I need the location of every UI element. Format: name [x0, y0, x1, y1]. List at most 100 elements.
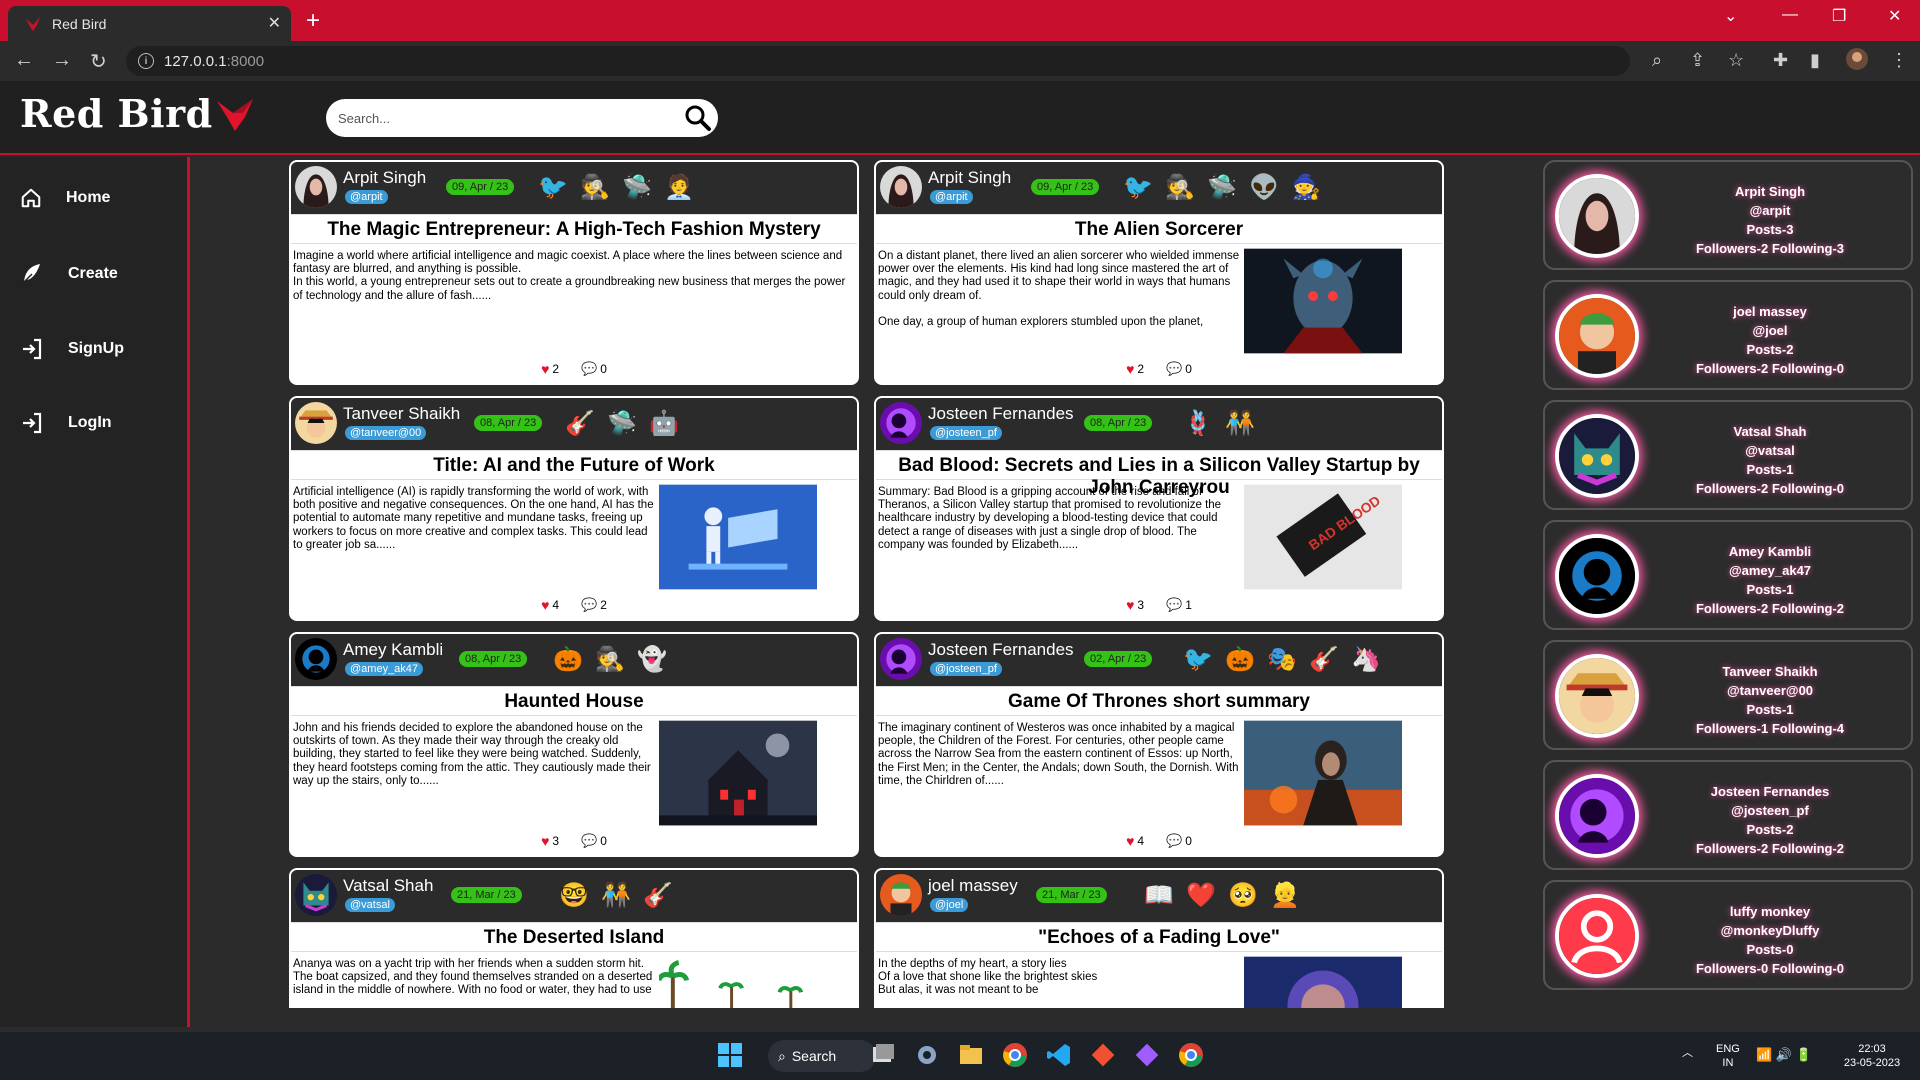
brand-logo[interactable]: Red Bird — [20, 91, 255, 136]
post-card[interactable]: Josteen Fernandes @josteen_pf 02, Apr / 23… — [874, 632, 1444, 857]
comment-button[interactable]: 💬 2 — [581, 597, 607, 613]
tag-emoji-icon[interactable]: 🕵️ — [578, 170, 612, 204]
like-button[interactable]: ♥ 3 — [541, 833, 559, 849]
tag-emoji-icon[interactable]: 🦄 — [1349, 642, 1383, 676]
post-title[interactable]: The Deserted Island — [291, 922, 857, 952]
share-icon[interactable]: ⇪ — [1690, 50, 1705, 71]
tag-emoji-icon[interactable]: 📖 — [1142, 878, 1176, 912]
post-title[interactable]: The Alien Sorcerer — [876, 214, 1442, 244]
author-avatar[interactable] — [295, 874, 337, 916]
user-card[interactable]: joel massey @joel Posts-2 Followers-2 Follo… — [1543, 280, 1913, 390]
windows-start-icon[interactable] — [717, 1042, 745, 1070]
tag-emoji-icon[interactable]: 👽 — [1247, 170, 1281, 204]
tag-emoji-icon[interactable]: 👻 — [635, 642, 669, 676]
back-button[interactable]: ← — [14, 49, 34, 72]
tab-search-chevron-icon[interactable]: ⌄ — [1724, 6, 1737, 26]
author-handle[interactable]: @josteen_pf — [930, 662, 1002, 676]
user-card[interactable]: luffy monkey @monkeyDluffy Posts-0 Follower… — [1543, 880, 1913, 990]
tag-emoji-icon[interactable]: 🤖 — [647, 406, 681, 440]
post-card[interactable]: Arpit Singh @arpit 09, Apr / 23 🐦 🕵️ 🛸 🧑‍💼 The … — [289, 160, 859, 385]
forward-button[interactable]: → — [52, 49, 72, 72]
comment-button[interactable]: 💬 0 — [1166, 833, 1192, 849]
like-button[interactable]: ♥ 2 — [1126, 361, 1144, 377]
tag-emoji-icon[interactable]: 🕵️ — [593, 642, 627, 676]
side-panel-icon[interactable]: ▮ — [1810, 50, 1820, 71]
tag-emoji-icon[interactable]: 🧑‍🤝‍🧑 — [599, 878, 633, 912]
author-handle[interactable]: @arpit — [930, 190, 973, 204]
user-avatar[interactable] — [1555, 894, 1639, 978]
user-avatar[interactable] — [1555, 414, 1639, 498]
tag-emoji-icon[interactable]: 🪢 — [1181, 406, 1215, 440]
sidebar-item-signup[interactable]: SignUp — [20, 337, 124, 361]
profile-avatar[interactable] — [1846, 48, 1868, 75]
clock[interactable]: 22:03 23-05-2023 — [1832, 1042, 1912, 1070]
language-indicator[interactable]: ENG IN — [1716, 1042, 1740, 1070]
author-avatar[interactable] — [880, 402, 922, 444]
tag-emoji-icon[interactable]: 🎃 — [1223, 642, 1257, 676]
tag-emoji-icon[interactable]: 🐦 — [1181, 642, 1215, 676]
comment-button[interactable]: 💬 0 — [581, 833, 607, 849]
comment-button[interactable]: 💬 1 — [1166, 597, 1192, 613]
like-button[interactable]: ♥ 2 — [541, 361, 559, 377]
browser-menu-icon[interactable]: ⋮ — [1890, 50, 1908, 71]
user-card[interactable]: Amey Kambli @amey_ak47 Posts-1 Followers-2 … — [1543, 520, 1913, 630]
settings-gear-icon[interactable] — [914, 1042, 942, 1070]
author-avatar[interactable] — [880, 166, 922, 208]
author-handle[interactable]: @arpit — [345, 190, 388, 204]
post-card[interactable]: Arpit Singh @arpit 09, Apr / 23 🐦 🕵️ 🛸 👽 🧙 The A… — [874, 160, 1444, 385]
chrome-icon[interactable] — [1002, 1042, 1030, 1070]
user-avatar[interactable] — [1555, 294, 1639, 378]
vscode-icon[interactable] — [1046, 1042, 1074, 1070]
tray-chevron-icon[interactable]: ︿ — [1682, 1046, 1693, 1060]
comment-button[interactable]: 💬 0 — [581, 361, 607, 377]
user-card[interactable]: Vatsal Shah @vatsal Posts-1 Followers-2 Fol… — [1543, 400, 1913, 510]
user-card[interactable]: Tanveer Shaikh @tanveer@00 Posts-1 Follower… — [1543, 640, 1913, 750]
user-avatar[interactable] — [1555, 654, 1639, 738]
comment-button[interactable]: 💬 0 — [1166, 361, 1192, 377]
tag-emoji-icon[interactable]: ❤️ — [1184, 878, 1218, 912]
post-card[interactable]: Tanveer Shaikh @tanveer@00 08, Apr / 23 🎸 🛸 🤖… — [289, 396, 859, 621]
bookmark-star-icon[interactable]: ☆ — [1728, 50, 1744, 71]
search-icon[interactable] — [684, 104, 712, 137]
extensions-icon[interactable]: ✚ — [1773, 50, 1788, 71]
site-info-icon[interactable]: i — [138, 53, 154, 69]
zoom-icon[interactable]: ⌕ — [1652, 50, 1662, 71]
file-explorer-icon[interactable] — [958, 1042, 986, 1070]
chrome-active-icon[interactable] — [1178, 1042, 1206, 1070]
user-card[interactable]: Arpit Singh @arpit Posts-3 Followers-2 Foll… — [1543, 160, 1913, 270]
like-button[interactable]: ♥ 4 — [1126, 833, 1144, 849]
tag-emoji-icon[interactable]: 🛸 — [605, 406, 639, 440]
user-card[interactable]: Josteen Fernandes @josteen_pf Posts-2 Follo… — [1543, 760, 1913, 870]
taskbar-search[interactable]: ⌕ Search — [768, 1040, 876, 1072]
tag-emoji-icon[interactable]: 👱 — [1268, 878, 1302, 912]
author-avatar[interactable] — [295, 166, 337, 208]
author-name[interactable]: Josteen Fernandes — [928, 404, 1074, 424]
search-input[interactable] — [338, 110, 668, 126]
tag-emoji-icon[interactable]: 🎸 — [563, 406, 597, 440]
tag-emoji-icon[interactable]: 🥺 — [1226, 878, 1260, 912]
author-name[interactable]: Josteen Fernandes — [928, 640, 1074, 660]
post-title[interactable]: Haunted House — [291, 686, 857, 716]
post-card[interactable]: Josteen Fernandes @josteen_pf 08, Apr / 23… — [874, 396, 1444, 621]
tab-close-icon[interactable]: ✕ — [268, 13, 281, 33]
tag-emoji-icon[interactable]: 🤓 — [557, 878, 591, 912]
tag-emoji-icon[interactable]: 🧑‍💼 — [662, 170, 696, 204]
post-title[interactable]: The Magic Entrepreneur: A High-Tech Fash… — [291, 214, 857, 244]
tag-emoji-icon[interactable]: 🕵️ — [1163, 170, 1197, 204]
tag-emoji-icon[interactable]: 🎸 — [1307, 642, 1341, 676]
address-bar[interactable]: i 127.0.0.1:8000 — [126, 46, 1630, 76]
like-button[interactable]: ♥ 4 — [541, 597, 559, 613]
wifi-volume-battery-icon[interactable]: 📶 🔊 🔋 — [1756, 1048, 1812, 1062]
post-card[interactable]: Vatsal Shah @vatsal 21, Mar / 23 🤓 🧑‍🤝‍🧑 🎸 The… — [289, 868, 859, 1008]
author-avatar[interactable] — [295, 638, 337, 680]
tag-emoji-icon[interactable]: 🛸 — [620, 170, 654, 204]
post-card[interactable]: joel massey @joel 21, Mar / 23 📖 ❤️ 🥺 👱 "Echoes… — [874, 868, 1444, 1008]
author-avatar[interactable] — [880, 874, 922, 916]
author-handle[interactable]: @tanveer@00 — [345, 426, 427, 440]
author-name[interactable]: Vatsal Shah — [343, 876, 433, 896]
tag-emoji-icon[interactable]: 🎸 — [641, 878, 675, 912]
tag-emoji-icon[interactable]: 🧑‍🤝‍🧑 — [1223, 406, 1257, 440]
close-window-button[interactable]: ✕ — [1888, 6, 1901, 26]
sidebar-item-login[interactable]: LogIn — [20, 411, 112, 435]
post-title[interactable]: Game Of Thrones short summary — [876, 686, 1442, 716]
